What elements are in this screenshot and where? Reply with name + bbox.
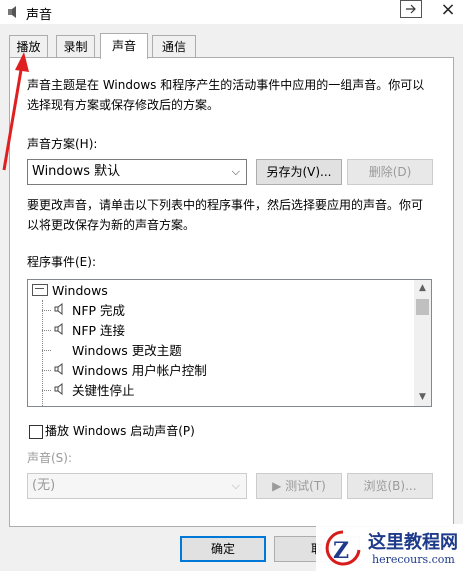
- windows-group-icon: [32, 284, 48, 296]
- sound-label: 声音(S):: [27, 451, 73, 465]
- tree-connector: [42, 390, 51, 391]
- scheme-value: Windows 默认: [32, 164, 121, 179]
- program-events-list[interactable]: Windows NFP 完成 NFP 连接 Windows 更改主题 Windo…: [27, 279, 432, 407]
- tab-sounds[interactable]: 声音: [100, 33, 148, 59]
- watermark-title: 这里教程网: [368, 532, 458, 553]
- svg-text:Z: Z: [333, 538, 349, 564]
- tab-playback[interactable]: 播放: [9, 35, 48, 57]
- save-as-button[interactable]: 另存为(V)...: [256, 159, 342, 185]
- chevron-down-icon: ⌵: [231, 479, 240, 492]
- tree-connector: [42, 310, 51, 311]
- sound-value: (无): [32, 478, 56, 493]
- scroll-up-arrow-icon[interactable]: ▲: [414, 280, 431, 297]
- ok-button[interactable]: 确定: [180, 536, 266, 562]
- list-item[interactable]: NFP 连接: [54, 321, 125, 341]
- watermark-logo-icon: Z: [324, 530, 362, 566]
- tree-connector: [42, 350, 51, 351]
- list-item[interactable]: Windows 更改主题: [72, 341, 182, 361]
- list-item[interactable]: Windows: [32, 281, 108, 301]
- list-item[interactable]: 关键性停止: [54, 381, 135, 401]
- tree-connector: [42, 330, 51, 331]
- scroll-thumb[interactable]: [416, 299, 429, 315]
- tab-communications[interactable]: 通信: [152, 35, 196, 57]
- browse-button[interactable]: 浏览(B)...: [347, 473, 433, 499]
- startup-sound-checkbox[interactable]: [29, 425, 43, 439]
- restore-button[interactable]: [400, 0, 422, 18]
- speaker-app-icon: [5, 4, 21, 20]
- close-button[interactable]: ×: [436, 0, 460, 22]
- list-item[interactable]: Windows 用户帐户控制: [54, 361, 207, 381]
- title-bar: [0, 0, 463, 24]
- delete-button[interactable]: 删除(D): [347, 159, 433, 185]
- speaker-icon: [54, 381, 68, 401]
- test-button[interactable]: ▶ 测试(T): [256, 473, 342, 499]
- sound-dropdown[interactable]: (无) ⌵: [27, 473, 247, 499]
- watermark-subtitle: herecours.com: [372, 553, 455, 566]
- instructions-text: 要更改声音，请单击以下列表中的程序事件，然后选择要应用的声音。你可以将更改保存为…: [27, 198, 424, 232]
- list-item[interactable]: NFP 完成: [54, 301, 125, 321]
- events-scrollbar[interactable]: ▲ ▼: [414, 280, 431, 406]
- speaker-icon: [54, 321, 68, 341]
- intro-text: 声音主题是在 Windows 和程序产生的活动事件中应用的一组声音。你可以选择现…: [27, 78, 425, 112]
- events-label: 程序事件(E):: [27, 255, 96, 269]
- speaker-icon: [54, 361, 68, 381]
- scheme-label: 声音方案(H):: [27, 137, 98, 151]
- chevron-down-icon: ⌵: [231, 165, 240, 178]
- startup-sound-label[interactable]: 播放 Windows 启动声音(P): [45, 421, 195, 441]
- window-title: 声音: [26, 8, 53, 23]
- speaker-icon: [54, 301, 68, 321]
- tree-connector: [42, 370, 51, 371]
- scheme-dropdown[interactable]: Windows 默认 ⌵: [27, 159, 247, 185]
- tab-recording[interactable]: 录制: [56, 35, 95, 57]
- scroll-down-arrow-icon[interactable]: ▼: [414, 389, 431, 406]
